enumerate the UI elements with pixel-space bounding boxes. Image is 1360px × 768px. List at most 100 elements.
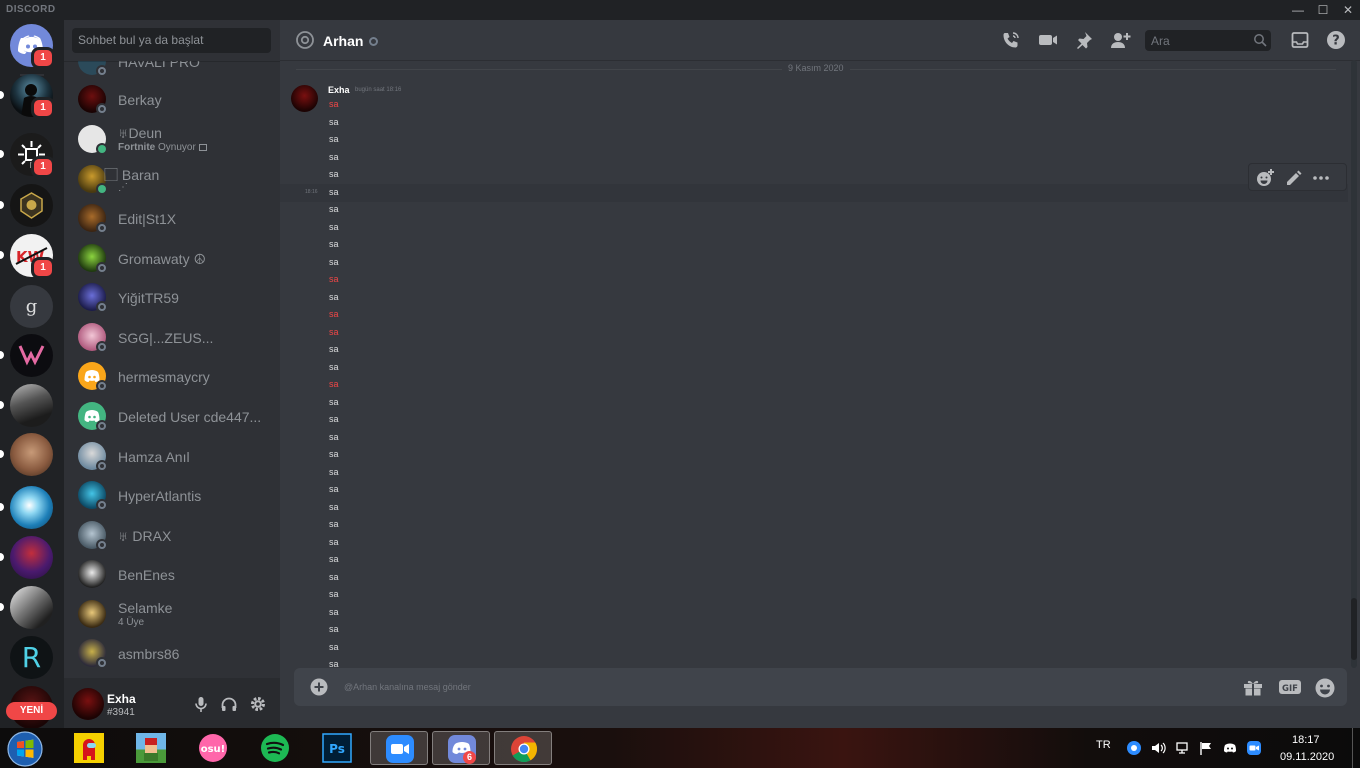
windows-taskbar: osu! Ps 6 TR 18:17 09.11.2020 (0, 728, 1360, 768)
server-icon-11[interactable] (0, 586, 53, 629)
more-options-icon[interactable] (1311, 168, 1331, 188)
dm-item[interactable]: Hamza Anıl (72, 439, 272, 477)
show-desktop-button[interactable] (1352, 728, 1360, 768)
server-icon-9[interactable] (0, 486, 53, 529)
dm-name: hermesmaycry (118, 369, 210, 385)
input-language[interactable]: TR (1096, 739, 1111, 751)
dm-item[interactable]: SGG|...ZEUS... (72, 320, 272, 358)
network-icon[interactable] (1174, 740, 1190, 756)
dm-item[interactable]: Deleted User cde447... (72, 399, 272, 437)
dm-item[interactable]: asmbrs86 (72, 636, 272, 670)
new-unreads-badge[interactable]: YENİ (6, 702, 57, 720)
message-line: sa (329, 659, 339, 668)
server-icon-3[interactable] (0, 184, 53, 227)
user-tag: #3941 (107, 707, 135, 718)
message-input-placeholder[interactable]: @Arhan kanalına mesaj gönder (344, 682, 471, 692)
minimize-button[interactable]: — (1287, 2, 1309, 18)
server-initial: g (10, 285, 53, 328)
dm-item[interactable]: ⃞ Baran ⋰ (72, 162, 272, 200)
search-input[interactable]: Ara (1145, 30, 1271, 51)
dm-activity: ⋰ (118, 182, 128, 193)
dm-name: Berkay (118, 92, 162, 108)
server-icon-10[interactable] (0, 536, 53, 579)
message-composer[interactable]: @Arhan kanalına mesaj gönder GIF (294, 668, 1347, 706)
message-line: sa (329, 589, 339, 599)
action-center-flag-icon[interactable] (1198, 740, 1214, 756)
message-author-name[interactable]: Exha (328, 85, 350, 95)
attach-plus-icon[interactable] (310, 678, 328, 696)
dm-name: ♅Deun (118, 125, 162, 141)
dm-group-item[interactable]: Selamke 4 Üye (72, 597, 272, 635)
server-rail: 1 1 1 KW 1 (0, 20, 64, 728)
unread-pip (0, 351, 4, 359)
server-icon-r[interactable]: R (10, 636, 53, 679)
video-call-icon[interactable] (1038, 30, 1058, 50)
dm-item[interactable]: ♅ DRAX (72, 518, 272, 556)
clock-date[interactable]: 09.11.2020 (1280, 751, 1334, 763)
headphones-icon[interactable] (219, 694, 239, 714)
server-icon-8[interactable] (0, 433, 53, 476)
gif-button[interactable]: GIF (1278, 677, 1302, 697)
volume-icon[interactable] (1150, 740, 1166, 756)
taskbar-game[interactable] (122, 731, 180, 765)
taskbar-among-us[interactable] (60, 731, 118, 765)
taskbar-osu[interactable]: osu! (184, 731, 242, 765)
taskbar-chrome[interactable] (494, 731, 552, 765)
clock-time[interactable]: 18:17 (1292, 734, 1320, 746)
server-icon-4[interactable]: KW 1 (0, 234, 55, 279)
message-line: sa (329, 309, 339, 319)
taskbar-photoshop[interactable]: Ps (308, 731, 366, 765)
status-offline-icon (96, 222, 108, 234)
dm-item[interactable]: ♅Deun Fortnite Oynuyor (72, 122, 272, 160)
inbox-icon[interactable] (1290, 30, 1310, 50)
message-hover-timestamp: 18:16 (305, 189, 318, 195)
dm-item[interactable]: Gromawaty ☮ (72, 241, 272, 279)
server-icon-7[interactable] (0, 384, 53, 427)
dm-search-input[interactable]: Sohbet bul ya da başlat (72, 28, 271, 53)
add-friend-icon[interactable] (1110, 30, 1131, 50)
message-line: sa (329, 501, 339, 512)
server-icon-2[interactable]: 1 (0, 133, 55, 178)
message-line: sa (329, 291, 339, 302)
dm-item[interactable]: HyperAtlantis (72, 478, 272, 516)
scrollbar-thumb[interactable] (1351, 598, 1357, 660)
server-icon-6[interactable] (0, 334, 53, 377)
server-icon-1[interactable]: 1 (0, 74, 55, 119)
taskbar-zoom[interactable] (370, 731, 428, 765)
taskbar-spotify[interactable] (246, 731, 304, 765)
gift-icon[interactable] (1242, 677, 1264, 697)
edit-pencil-icon[interactable] (1283, 168, 1303, 188)
voice-call-icon[interactable] (1001, 30, 1021, 50)
pin-icon[interactable] (1074, 30, 1094, 50)
discord-tray-icon[interactable] (1222, 740, 1238, 756)
message-author-avatar[interactable] (291, 85, 318, 112)
add-reaction-icon[interactable] (1255, 168, 1275, 188)
server-mention-badge: 1 (31, 97, 55, 119)
message-line: sa (329, 361, 339, 372)
close-button[interactable]: ✕ (1337, 2, 1359, 18)
server-avatar (10, 536, 53, 579)
maximize-button[interactable]: ☐ (1312, 2, 1334, 18)
zoom-tray-icon[interactable] (1246, 740, 1262, 756)
dm-item[interactable]: HAVALI PRO (72, 60, 272, 82)
dm-item[interactable]: hermesmaycry (72, 359, 272, 397)
microphone-icon[interactable] (191, 694, 211, 714)
message-scrollbar[interactable] (1350, 60, 1358, 668)
dm-item[interactable]: BenEnes (72, 557, 272, 595)
tray-app-icon[interactable] (1126, 740, 1142, 756)
dm-item[interactable]: YiğitTR59 (72, 280, 272, 318)
emoji-icon[interactable] (1314, 677, 1336, 698)
message-line: sa (329, 414, 339, 424)
status-offline-icon (96, 262, 108, 274)
taskbar-discord[interactable]: 6 (432, 731, 490, 765)
server-icon-g[interactable]: g (10, 285, 53, 328)
settings-gear-icon[interactable] (248, 694, 268, 714)
help-icon[interactable]: ? (1326, 30, 1346, 50)
avatar[interactable] (72, 688, 104, 720)
home-button[interactable]: 1 (10, 24, 55, 69)
message-line: sa (329, 641, 339, 652)
status-offline-icon (96, 499, 108, 511)
dm-item[interactable]: Edit|St1X (72, 201, 272, 239)
start-button[interactable] (6, 730, 44, 768)
dm-item[interactable]: Berkay (72, 82, 272, 120)
